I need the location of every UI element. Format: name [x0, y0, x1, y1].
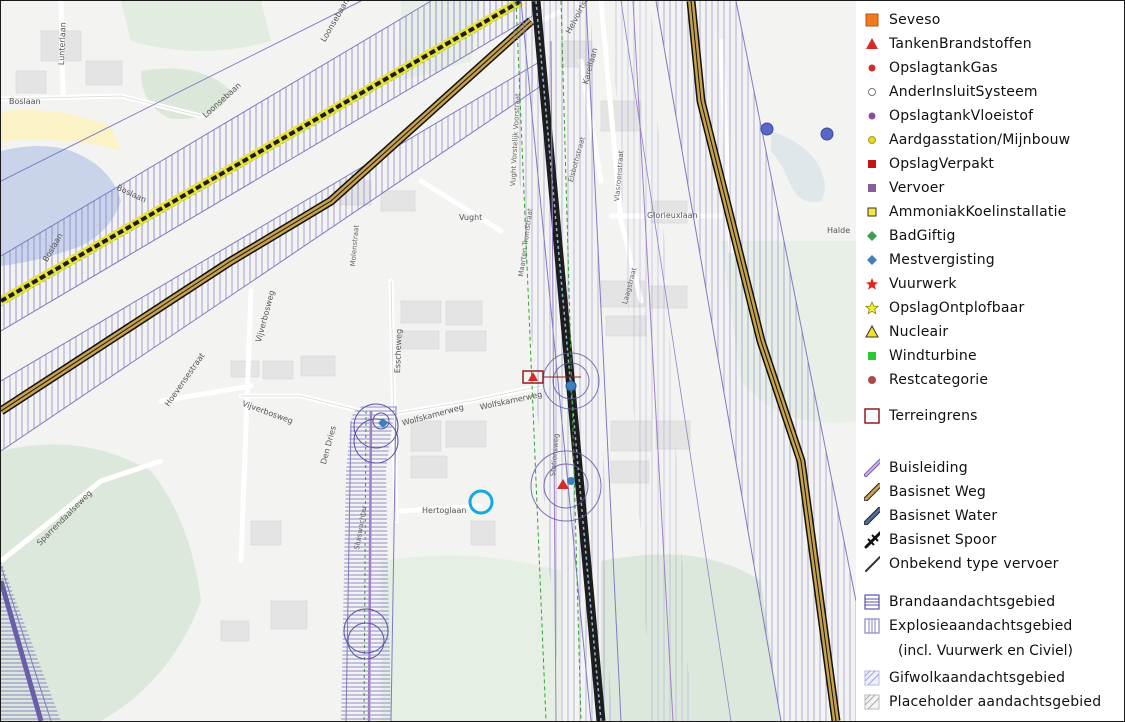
yellow-dot-icon — [864, 132, 880, 148]
street-label: Halde — [827, 226, 851, 235]
legend-label: Basisnet Weg — [889, 484, 987, 500]
legend-item-windturbine: Windturbine — [864, 346, 977, 366]
legend-label: Windturbine — [889, 348, 977, 364]
buisleiding-line-icon — [864, 459, 880, 477]
legend-item-tankenbrandstoffen: TankenBrandstoffen — [864, 34, 1032, 54]
legend-label: Onbekend type vervoer — [889, 556, 1059, 572]
legend-item-opslagtankgas: OpslagtankGas — [864, 58, 998, 78]
legend-item-badgiftig: BadGiftig — [864, 226, 956, 246]
diagonal-hatch-box-icon — [864, 670, 880, 686]
legend-label: OpslagtankVloeistof — [889, 108, 1034, 124]
red-triangle-icon — [864, 36, 880, 52]
legend-item-mestvergisting: Mestvergisting — [864, 250, 995, 270]
legend-label: OpslagtankGas — [889, 60, 998, 76]
legend-label: Explosieaandachtsgebied — [889, 618, 1073, 634]
legend-label: OpslagVerpakt — [889, 156, 995, 172]
legend-item-restcategorie: Restcategorie — [864, 370, 988, 390]
legend-label: Terreingrens — [889, 408, 978, 424]
orange-square-icon — [864, 12, 880, 28]
legend-label: Aardgasstation/Mijnbouw — [889, 132, 1071, 148]
darkred-square-icon — [864, 156, 880, 172]
legend-item-explosieaandachtsgebied: Explosieaandachtsgebied — [864, 616, 1073, 636]
legend-label: Buisleiding — [889, 460, 968, 476]
street-label: Glorieuxlaan — [647, 211, 698, 220]
legend-label: Placeholder aandachtsgebied — [889, 694, 1102, 710]
legend-item-buisleiding: Buisleiding — [864, 458, 968, 478]
legend-label: Basisnet Spoor — [889, 532, 997, 548]
grey-hatch-box-icon — [864, 694, 880, 710]
legend-item-vuurwerk: Vuurwerk — [864, 274, 957, 294]
purple-dot-icon — [864, 108, 880, 124]
blue-diamond-icon — [864, 252, 880, 268]
legend-item-opslagtankvloeistof: OpslagtankVloeistof — [864, 106, 1033, 126]
legend-label: Gifwolkaandachtsgebied — [889, 670, 1066, 686]
red-dot-icon — [864, 60, 880, 76]
legend-item-gifwolkaandachtsgebied: Gifwolkaandachtsgebied — [864, 668, 1065, 688]
legend-label: Vervoer — [889, 180, 945, 196]
legend-item-vervoer: Vervoer — [864, 178, 944, 198]
yellow-star-icon — [864, 300, 880, 316]
legend-label: Brandaandachtsgebied — [889, 594, 1056, 610]
legend-label: Basisnet Water — [889, 508, 998, 524]
legend-label: AmmoniakKoelinstallatie — [889, 204, 1067, 220]
legend-item-basisnet-water: Basisnet Water — [864, 506, 997, 526]
purple-square-icon — [864, 180, 880, 196]
map-canvas — [1, 1, 856, 721]
screenshot-frame: Loonsebaan Loonsebaan Lunterlaan Boslaan… — [0, 0, 1125, 722]
legend-label: TankenBrandstoffen — [889, 36, 1032, 52]
legend-label: Restcategorie — [889, 372, 989, 388]
legend-item-placeholder: Placeholder aandachtsgebied — [864, 692, 1101, 712]
street-label: Hertoglaan — [422, 506, 467, 515]
map-legend: Seveso TankenBrandstoffen OpslagtankGas … — [856, 1, 1124, 721]
legend-item-basisnet-weg: Basisnet Weg — [864, 482, 986, 502]
legend-item-anderinsluitsysteem: AnderInsluitSysteem — [864, 82, 1038, 102]
legend-item-opslagverpakt: OpslagVerpakt — [864, 154, 994, 174]
street-label: Lunterlaan — [57, 22, 68, 66]
yellow-triangle-icon — [864, 324, 880, 340]
legend-label: BadGiftig — [889, 228, 956, 244]
legend-item-opslagontplofbaar: OpslagOntplofbaar — [864, 298, 1024, 318]
rail-line-icon — [864, 531, 880, 549]
street-label: Esscheweg — [393, 328, 404, 374]
green-square-icon — [864, 348, 880, 364]
legend-item-aardgasstation: Aardgasstation/Mijnbouw — [864, 130, 1070, 150]
brown-dot-icon — [864, 372, 880, 388]
unknown-line-icon — [864, 556, 880, 572]
green-diamond-icon — [864, 228, 880, 244]
legend-label: AnderInsluitSysteem — [889, 84, 1038, 100]
legend-item-brandaandachtsgebied: Brandaandachtsgebied — [864, 592, 1055, 612]
yellow-square-icon — [864, 204, 880, 220]
vertical-hatch-box-icon — [864, 618, 880, 634]
street-label: Vught — [459, 213, 483, 222]
legend-item-nucleair: Nucleair — [864, 322, 948, 342]
legend-label: Vuurwerk — [889, 276, 957, 292]
risk-map[interactable]: Loonsebaan Loonsebaan Lunterlaan Boslaan… — [1, 1, 856, 721]
red-star-icon — [864, 276, 880, 292]
white-dot-icon — [864, 84, 880, 100]
legend-item-onbekend-vervoer: Onbekend type vervoer — [864, 554, 1059, 574]
legend-label: Nucleair — [889, 324, 949, 340]
legend-sublabel: (incl. Vuurwerk en Civiel) — [898, 643, 1073, 659]
horizontal-hatch-box-icon — [864, 594, 880, 610]
street-label: Boslaan — [9, 97, 41, 106]
legend-item-basisnet-spoor: Basisnet Spoor — [864, 530, 997, 550]
legend-item-ammoniak: AmmoniakKoelinstallatie — [864, 202, 1067, 222]
outline-square-icon — [864, 408, 880, 424]
legend-item-terreingrens: Terreingrens — [864, 406, 978, 426]
legend-item-seveso: Seveso — [864, 10, 940, 30]
water-line-icon — [864, 507, 880, 525]
legend-label: Seveso — [889, 12, 941, 28]
legend-label: OpslagOntplofbaar — [889, 300, 1025, 316]
legend-label: Mestvergisting — [889, 252, 995, 268]
road-line-icon — [864, 483, 880, 501]
